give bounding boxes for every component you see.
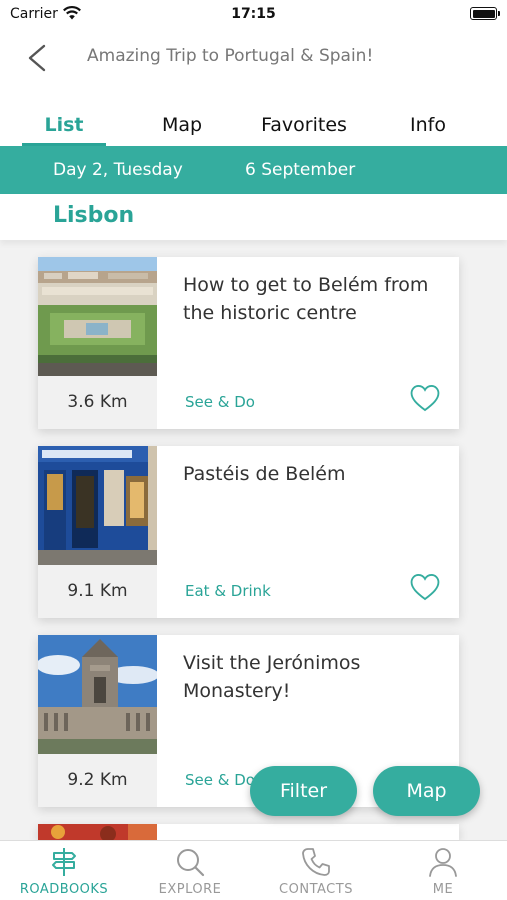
heart-icon[interactable] <box>408 570 442 604</box>
card-title: How to get to Belém from the historic ce… <box>183 274 429 324</box>
aerial-belem-photo <box>38 257 157 376</box>
bottom-nav-label: CONTACTS <box>279 882 353 897</box>
bottom-nav-roadbooks[interactable]: ROADBOOKS <box>1 841 127 900</box>
category-label: Eat & Drink <box>185 582 271 600</box>
monastery-photo <box>38 635 157 754</box>
back-chevron-icon[interactable] <box>22 42 54 74</box>
status-bar: Carrier 17:15 <box>0 0 507 30</box>
bottom-nav-label: EXPLORE <box>158 882 222 897</box>
category-label: See & Do <box>185 393 255 411</box>
distance-box: 3.6 Km <box>38 376 157 429</box>
distance-label: 9.2 Km <box>67 770 128 790</box>
card-title: Visit the Jerónimos Monastery! <box>183 652 361 702</box>
card-title: Pastéis de Belém <box>183 463 346 485</box>
food-photo <box>38 824 157 840</box>
tab-favorites[interactable]: Favorites <box>249 114 359 146</box>
tab-map[interactable]: Map <box>140 114 224 146</box>
day-date: 6 September <box>245 160 356 180</box>
nav-bar: Amazing Trip to Portugal & Spain! <box>0 30 507 86</box>
bottom-nav: ROADBOOKS EXPLORE CONTACTS ME <box>0 840 507 900</box>
signpost-icon <box>52 848 76 876</box>
list-item-card[interactable] <box>38 824 459 840</box>
tab-bar: List Map Favorites Info <box>0 86 507 146</box>
search-icon <box>177 849 205 877</box>
bottom-nav-contacts[interactable]: CONTACTS <box>253 841 379 900</box>
distance-label: 9.1 Km <box>67 581 128 601</box>
distance-box: 9.2 Km <box>38 754 157 807</box>
bottom-nav-label: ME <box>432 882 454 897</box>
category-label: See & Do <box>185 771 255 789</box>
city-header: Lisbon <box>0 194 507 240</box>
day-weekday: Day 2, Tuesday <box>53 160 183 180</box>
pasteis-shopfront-photo <box>38 446 157 565</box>
filter-button[interactable]: Filter <box>250 766 357 816</box>
bottom-nav-explore[interactable]: EXPLORE <box>127 841 253 900</box>
person-icon <box>429 848 457 877</box>
distance-box: 9.1 Km <box>38 565 157 618</box>
bottom-nav-label: ROADBOOKS <box>19 882 109 897</box>
city-name: Lisbon <box>53 203 135 228</box>
phone-icon <box>302 848 330 876</box>
list-item-card[interactable]: 3.6 Km How to get to Belém from the hist… <box>38 257 459 429</box>
page-title: Amazing Trip to Portugal & Spain! <box>87 46 374 66</box>
tab-list[interactable]: List <box>22 114 106 146</box>
distance-label: 3.6 Km <box>67 392 128 412</box>
tab-info[interactable]: Info <box>386 114 470 146</box>
heart-icon[interactable] <box>408 381 442 415</box>
day-header: Day 2, Tuesday 6 September <box>0 146 507 194</box>
bottom-nav-me[interactable]: ME <box>380 841 506 900</box>
map-button[interactable]: Map <box>373 766 480 816</box>
clock: 17:15 <box>231 6 276 22</box>
list-item-card[interactable]: 9.1 Km Pastéis de Belém Eat & Drink <box>38 446 459 618</box>
battery-icon <box>470 7 500 20</box>
